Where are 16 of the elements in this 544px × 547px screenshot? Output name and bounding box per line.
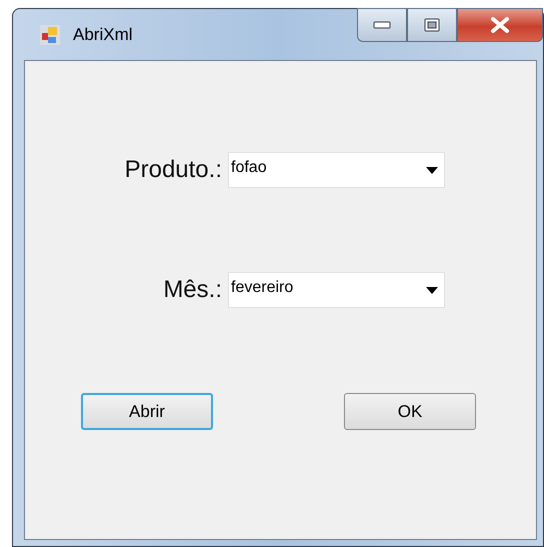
- dropdown-arrow-icon: [426, 286, 438, 294]
- open-button[interactable]: Abrir: [81, 393, 213, 430]
- ok-button[interactable]: OK: [344, 393, 476, 430]
- minimize-button[interactable]: [357, 8, 407, 42]
- app-icon: [39, 24, 61, 46]
- close-icon: [489, 17, 511, 33]
- field-label: Mês.:: [162, 276, 222, 304]
- close-button[interactable]: [457, 8, 543, 42]
- minimize-icon: [373, 21, 391, 29]
- dropdown-arrow-icon: [426, 166, 438, 174]
- dropdown[interactable]: fofao: [228, 152, 445, 188]
- dropdown[interactable]: fevereiro: [228, 272, 445, 308]
- field-label: Produto.:: [124, 156, 222, 184]
- maximize-icon: [424, 18, 440, 32]
- window-title: AbriXml: [73, 24, 133, 44]
- maximize-button[interactable]: [407, 8, 457, 42]
